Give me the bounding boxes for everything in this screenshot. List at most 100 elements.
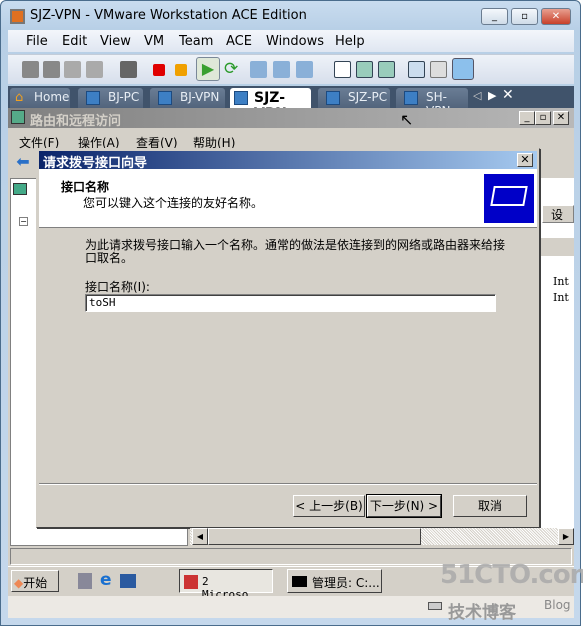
- mmc-minimize-button[interactable]: _: [519, 111, 535, 125]
- interface-name-input[interactable]: toSH: [85, 294, 496, 312]
- column-header[interactable]: 设: [542, 205, 574, 223]
- mmc-restore-button[interactable]: ▫: [535, 111, 551, 125]
- menu-edit[interactable]: Edit: [62, 34, 87, 49]
- vm-icon: [86, 91, 100, 105]
- tab-close-icon[interactable]: ✕: [502, 87, 514, 103]
- demand-dial-wizard-dialog: 请求拨号接口向导 ✕ 接口名称 您可以键入这个连接的友好名称。 为此请求拨号接口…: [36, 148, 540, 528]
- watermark-blog-cn: 技术博客: [448, 603, 516, 623]
- task-label: 管理员: C:...: [312, 576, 380, 590]
- console-view-icon[interactable]: [430, 61, 447, 78]
- preferences-icon[interactable]: [408, 61, 425, 78]
- vm-icon: [234, 91, 248, 105]
- home-icon: ⌂: [15, 90, 24, 105]
- toolbar: ▶ ⟳: [8, 54, 574, 84]
- description-text: 为此请求拨号接口输入一个名称。通常的做法是依连接到的网络或路由器来给接口取名。: [85, 238, 506, 265]
- back-arrow-icon[interactable]: ⬅: [10, 152, 36, 174]
- server-icon: [13, 183, 27, 195]
- start-button[interactable]: ◆开始: [11, 570, 59, 592]
- collapse-icon[interactable]: −: [19, 217, 28, 226]
- interface-name-label: 接口名称(I):: [85, 280, 150, 294]
- scroll-thumb[interactable]: [208, 528, 421, 545]
- cmd-icon: [292, 576, 307, 587]
- power-on-icon[interactable]: ▶: [196, 57, 220, 81]
- tab-label: Home: [34, 90, 70, 104]
- usb-icon[interactable]: [86, 61, 103, 78]
- vmware-logo-icon: [10, 9, 25, 24]
- snapshot-icon[interactable]: [250, 61, 267, 78]
- mouse-cursor-icon: ↖: [400, 110, 414, 129]
- vm-icon: [158, 91, 172, 105]
- watermark-blog: Blog: [544, 598, 571, 612]
- start-label: 开始: [23, 576, 48, 590]
- tab-sjz-pc[interactable]: SJZ-PC: [318, 88, 390, 108]
- dialog-title: 请求拨号接口向导: [39, 151, 537, 171]
- minimize-button[interactable]: _: [481, 8, 508, 25]
- send-ctrl-alt-del-icon[interactable]: [120, 61, 137, 78]
- tab-bj-pc[interactable]: BJ-PC: [78, 88, 143, 108]
- revert-snapshot-icon[interactable]: [273, 61, 290, 78]
- mmc-close-button[interactable]: ✕: [553, 111, 569, 125]
- menu-bar: File Edit View VM Team ACE Windows Help: [8, 30, 574, 52]
- mmc-title: 路由和远程访问: [30, 114, 122, 129]
- menu-view[interactable]: View: [100, 34, 131, 49]
- menu-file[interactable]: File: [26, 34, 48, 49]
- unity-icon[interactable]: [452, 58, 474, 80]
- connect-icon[interactable]: [22, 61, 39, 78]
- list-item[interactable]: Int: [553, 291, 569, 304]
- sidebar-view-icon[interactable]: [334, 61, 351, 78]
- suspend-icon[interactable]: [175, 64, 187, 76]
- close-button[interactable]: ✕: [541, 8, 571, 25]
- menu-ace[interactable]: ACE: [226, 34, 252, 49]
- snapshot-manager-icon[interactable]: [296, 61, 313, 78]
- mmc-title-bar: 路由和远程访问: [8, 108, 574, 129]
- header-title: 接口名称: [61, 180, 110, 194]
- internet-explorer-icon[interactable]: e: [100, 570, 112, 590]
- cancel-button[interactable]: 取消: [453, 495, 527, 517]
- dialog-close-button[interactable]: ✕: [517, 153, 533, 167]
- tab-sjz-vpn[interactable]: SJZ-VPN: [230, 88, 311, 122]
- vm-tab-strip: ⌂ Home BJ-PC BJ-VPN SJZ-VPN SJZ-PC SH-VPN…: [8, 86, 574, 122]
- hard-disk-icon: [428, 602, 442, 610]
- power-off-icon[interactable]: [153, 64, 165, 76]
- menu-help[interactable]: Help: [335, 34, 365, 49]
- menu-team[interactable]: Team: [179, 34, 213, 49]
- full-screen-icon[interactable]: [356, 61, 373, 78]
- server-manager-icon[interactable]: [78, 573, 92, 589]
- disconnect-icon[interactable]: [43, 61, 60, 78]
- show-desktop-icon[interactable]: [120, 574, 136, 588]
- taskbar-item-mmc[interactable]: 2 Microso...: [179, 569, 273, 601]
- divider: [39, 483, 537, 485]
- menu-vm[interactable]: VM: [144, 34, 164, 49]
- back-button[interactable]: < 上一步(B): [293, 495, 365, 517]
- tab-scroll-right-icon[interactable]: ▶: [488, 89, 496, 102]
- scroll-left-icon[interactable]: ◀: [192, 528, 208, 545]
- horizontal-scrollbar[interactable]: ◀ ▶: [190, 528, 574, 545]
- window-title: SJZ-VPN - VMware Workstation ACE Edition: [30, 8, 307, 23]
- taskbar-item-cmd[interactable]: 管理员: C:...: [287, 569, 382, 593]
- next-button[interactable]: 下一步(N) >: [366, 494, 442, 518]
- vm-icon: [326, 91, 340, 105]
- wizard-header: 接口名称 您可以键入这个连接的友好名称。: [39, 169, 537, 228]
- toolbox-icon: [184, 575, 198, 589]
- reset-icon[interactable]: ⟳: [224, 61, 241, 78]
- scroll-right-icon[interactable]: ▶: [558, 528, 574, 545]
- windows-logo-icon: ◆: [14, 576, 24, 590]
- group-band: [540, 238, 574, 256]
- removable-device-icon[interactable]: [64, 61, 81, 78]
- tab-scroll-left-icon[interactable]: ◁: [473, 89, 481, 102]
- tab-label: BJ-PC: [108, 90, 140, 104]
- tab-label: SJZ-PC: [348, 90, 388, 104]
- tab-bj-vpn[interactable]: BJ-VPN: [150, 88, 225, 108]
- list-item[interactable]: Int: [553, 275, 569, 288]
- mmc-icon: [11, 110, 25, 124]
- restore-button[interactable]: ▫: [511, 8, 538, 25]
- vm-icon: [404, 91, 418, 105]
- tab-sh-vpn[interactable]: SH-VPN: [396, 88, 468, 118]
- quick-switch-icon[interactable]: [378, 61, 395, 78]
- watermark-51cto: 51CTO.com: [440, 560, 583, 590]
- menu-windows[interactable]: Windows: [266, 34, 324, 49]
- tab-home[interactable]: ⌂ Home: [10, 88, 70, 108]
- header-subtitle: 您可以键入这个连接的友好名称。: [83, 196, 264, 210]
- tab-label: BJ-VPN: [180, 90, 220, 104]
- wizard-network-icon: [484, 174, 534, 223]
